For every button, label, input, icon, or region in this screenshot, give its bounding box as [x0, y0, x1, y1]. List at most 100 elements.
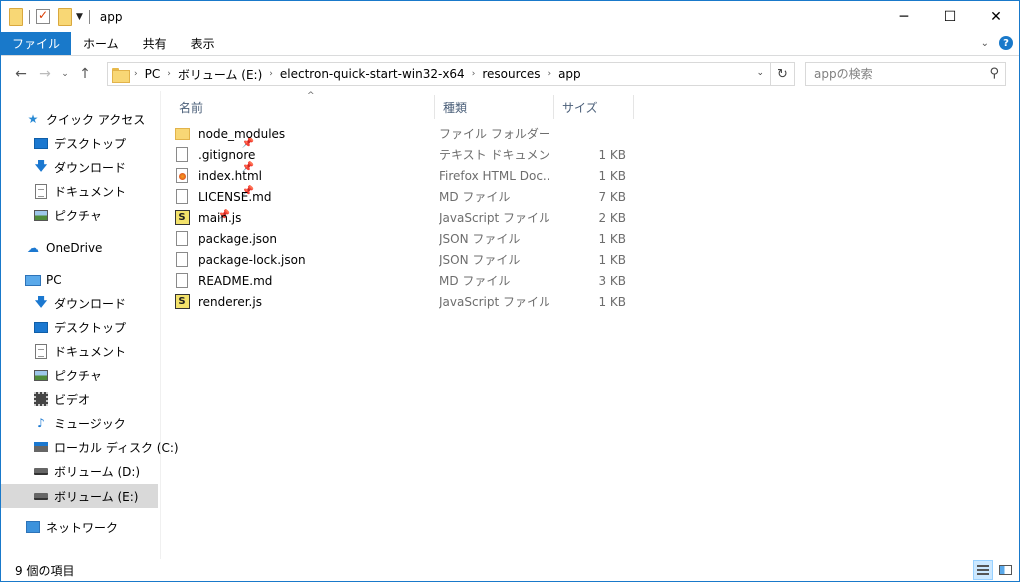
nav-quick-access[interactable]: ★ クイック アクセス — [25, 107, 146, 131]
nav-quick-downloads[interactable]: 🡇 ダウンロード 📌 — [33, 155, 254, 179]
file-type: JSON ファイル — [439, 232, 521, 246]
file-row[interactable]: README.md MD ファイル 3 KB — [174, 270, 634, 291]
nav-local-disk-c[interactable]: ローカル ディスク (C:) — [33, 435, 179, 459]
text-file-icon — [176, 147, 188, 162]
file-name: node_modules — [198, 126, 286, 141]
large-icons-view-button[interactable] — [995, 560, 1015, 580]
nav-onedrive[interactable]: ☁ OneDrive — [25, 236, 102, 260]
drive-icon — [34, 492, 48, 500]
back-arrow-icon[interactable]: ← — [11, 66, 31, 82]
nav-volume-e[interactable]: ボリューム (E:) — [1, 484, 158, 508]
breadcrumb-separator-icon[interactable]: › — [165, 69, 173, 79]
expand-ribbon-chevron-icon[interactable]: ⌄ — [981, 38, 989, 49]
file-name: index.html — [198, 168, 262, 183]
breadcrumb-pc[interactable]: PC — [140, 67, 166, 81]
address-history-dropdown-icon[interactable]: ⌄ — [756, 68, 764, 78]
column-label: 種類 — [443, 100, 468, 115]
nav-label: ボリューム (D:) — [54, 464, 141, 479]
tab-share[interactable]: 共有 — [131, 32, 179, 55]
maximize-button[interactable]: ☐ — [927, 1, 973, 32]
tab-file[interactable]: ファイル — [1, 32, 72, 55]
minimize-button[interactable]: ─ — [881, 1, 927, 32]
cloud-icon: ☁ — [27, 241, 39, 255]
up-arrow-icon[interactable]: ↑ — [75, 66, 95, 82]
help-icon[interactable]: ? — [999, 36, 1013, 50]
breadcrumb-volume-e[interactable]: ボリューム (E:) — [173, 66, 267, 83]
search-icon[interactable]: ⚲ — [989, 66, 999, 81]
window-controls: ─ ☐ ✕ — [881, 1, 1019, 32]
nav-pc-music[interactable]: ♪ ミュージック — [33, 411, 126, 435]
file-row[interactable]: S main.js JavaScript ファイル 2 KB — [174, 207, 634, 228]
nav-quick-desktop[interactable]: デスクトップ 📌 — [33, 131, 254, 155]
file-icon — [176, 252, 188, 267]
file-icon — [176, 273, 188, 288]
search-input[interactable] — [814, 67, 984, 81]
nav-label: ボリューム (E:) — [54, 489, 139, 504]
file-row[interactable]: package-lock.json JSON ファイル 1 KB — [174, 249, 634, 270]
nav-label: ダウンロード — [54, 296, 127, 311]
file-row[interactable]: package.json JSON ファイル 1 KB — [174, 228, 634, 249]
file-row[interactable]: index.html Firefox HTML Doc... 1 KB — [174, 165, 634, 186]
firefox-html-icon — [176, 168, 188, 183]
file-row[interactable]: .gitignore テキスト ドキュメント 1 KB — [174, 144, 634, 165]
column-header-type[interactable]: 種類 — [435, 95, 554, 119]
customize-toolbar-dropdown-icon[interactable]: ▼ — [76, 12, 83, 22]
drive-icon — [34, 467, 48, 475]
breadcrumb-separator-icon[interactable]: › — [132, 69, 140, 79]
nav-pc-pictures[interactable]: ピクチャ — [33, 363, 102, 387]
nav-network[interactable]: ネットワーク — [25, 515, 118, 539]
forward-arrow-icon[interactable]: → — [35, 66, 55, 82]
nav-pc-videos[interactable]: ビデオ — [33, 387, 90, 411]
nav-volume-d[interactable]: ボリューム (D:) — [33, 459, 140, 483]
nav-label: ドキュメント — [54, 184, 127, 199]
nav-label: デスクトップ — [54, 320, 127, 335]
file-type: JSON ファイル — [439, 253, 521, 267]
folder-icon — [112, 67, 130, 83]
breadcrumb-separator-icon[interactable]: › — [267, 69, 275, 79]
explorer-window: ▼ app ─ ☐ ✕ ファイル ホーム 共有 表示 ⌄ ? ← → ⌄ ↑ ›… — [0, 0, 1020, 582]
download-icon: 🡇 — [34, 158, 48, 173]
sort-ascending-icon: ^ — [307, 91, 315, 101]
file-row[interactable]: LICENSE.md MD ファイル 7 KB — [174, 186, 634, 207]
nav-quick-documents[interactable]: ドキュメント 📌 — [33, 179, 254, 203]
details-view-button[interactable] — [973, 560, 993, 580]
file-name: package-lock.json — [198, 252, 306, 267]
refresh-button[interactable]: ↻ — [771, 62, 795, 86]
properties-icon[interactable] — [36, 8, 50, 24]
folder-icon — [9, 7, 23, 26]
search-box[interactable]: ⚲ — [805, 62, 1006, 86]
close-button[interactable]: ✕ — [973, 1, 1019, 32]
download-icon: 🡇 — [34, 294, 48, 309]
breadcrumb-electron-folder[interactable]: electron-quick-start-win32-x64 — [275, 67, 470, 81]
nav-pc-desktop[interactable]: デスクトップ — [33, 315, 126, 339]
nav-pc[interactable]: PC — [25, 268, 62, 292]
column-label: 名前 — [179, 100, 204, 115]
pictures-icon — [34, 369, 48, 381]
file-row[interactable]: node_modules ファイル フォルダー — [174, 123, 634, 144]
pictures-icon — [34, 209, 48, 221]
tab-home[interactable]: ホーム — [71, 32, 131, 55]
file-row[interactable]: S renderer.js JavaScript ファイル 1 KB — [174, 291, 634, 312]
nav-label: デスクトップ — [54, 136, 127, 151]
breadcrumb-app[interactable]: app — [553, 67, 586, 81]
js-file-icon: S — [174, 210, 190, 225]
nav-quick-pictures[interactable]: ピクチャ 📌 — [33, 203, 230, 227]
tab-view[interactable]: 表示 — [179, 32, 227, 55]
recent-locations-chevron-icon[interactable]: ⌄ — [55, 69, 75, 79]
file-name: main.js — [198, 210, 242, 225]
breadcrumb-separator-icon[interactable]: › — [470, 69, 478, 79]
new-folder-icon[interactable] — [58, 7, 72, 26]
file-size: 7 KB — [598, 189, 626, 204]
breadcrumb-resources[interactable]: resources — [477, 67, 545, 81]
breadcrumb-separator-icon[interactable]: › — [545, 69, 553, 79]
file-icon — [176, 231, 188, 246]
column-header-name[interactable]: ^ 名前 — [171, 91, 435, 119]
file-size: 1 KB — [598, 294, 626, 309]
file-list: ^ 名前 種類 サイズ node_modules ファイル フォルダー .git… — [161, 91, 1019, 559]
nav-pc-documents[interactable]: ドキュメント — [33, 339, 126, 363]
column-header-size[interactable]: サイズ — [554, 95, 634, 119]
address-bar[interactable]: › PC › ボリューム (E:) › electron-quick-start… — [107, 62, 771, 86]
music-icon: ♪ — [37, 416, 45, 430]
nav-pc-downloads[interactable]: 🡇 ダウンロード — [33, 291, 126, 315]
nav-label: ミュージック — [54, 416, 126, 431]
